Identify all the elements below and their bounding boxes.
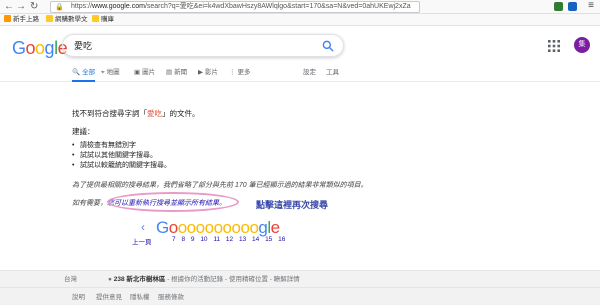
list-item: 請檢查有無錯別字: [72, 141, 171, 151]
video-icon: ▶: [198, 69, 203, 76]
reload-icon[interactable]: ↻: [30, 1, 38, 13]
footer-link-terms[interactable]: 服務條款: [158, 289, 184, 305]
url-host: www.google.com: [92, 3, 145, 10]
prev-page-link[interactable]: 上一頁: [132, 236, 152, 246]
url-field[interactable]: 🔒 https://www.google.com/search?q=愛吃&ei=…: [50, 1, 420, 13]
pagination-logo-letter: o: [195, 218, 205, 237]
tab-images[interactable]: ▣ 圖片: [134, 66, 155, 82]
tab-news[interactable]: ▤ 新聞: [166, 66, 187, 82]
location-dot-icon: ●: [108, 276, 112, 283]
bookmarks-bar: 新手上路 網購數學文 購庫: [0, 14, 600, 26]
footer-location: ● 238 新北市樹林區 - 根據你的活動記錄 - 使用精確位置 - 瞭解詳情: [108, 276, 300, 283]
tab-settings[interactable]: 設定: [303, 66, 316, 82]
extension-icon[interactable]: [568, 2, 577, 11]
menu-icon[interactable]: ≡: [588, 0, 594, 11]
url-rest: /search?q=愛吃&ei=k4wdXbawHszy8AWlqlgo&sta…: [144, 3, 411, 10]
pagination-logo: Goooooooooogle: [156, 218, 280, 238]
bookmark-item[interactable]: 新手上路: [4, 14, 39, 25]
pagination-logo-letter: G: [156, 218, 169, 237]
search-box: [62, 34, 344, 57]
pagination-logo-letter: o: [168, 218, 178, 237]
page-link[interactable]: 12: [226, 236, 233, 243]
location-name: 238 新北市樹林區: [113, 276, 166, 283]
google-logo[interactable]: Google: [12, 38, 68, 59]
lock-icon: 🔒: [55, 4, 64, 11]
annotation-label: 點擊這裡再次搜尋: [256, 200, 329, 210]
footer: 台灣 ● 238 新北市樹林區 - 根據你的活動記錄 - 使用精確位置 - 瞭解…: [0, 270, 600, 305]
footer-country: 台灣: [64, 276, 77, 283]
search-keyword: 愛吃: [147, 109, 162, 118]
search-tabs: 🔍 全部 ⌖ 地圖 ▣ 圖片 ▤ 新聞 ▶ 影片 ⋮ 更多 設定 工具: [0, 62, 600, 82]
tab-videos[interactable]: ▶ 影片: [198, 66, 218, 82]
footer-location-row: 台灣 ● 238 新北市樹林區 - 根據你的活動記錄 - 使用精確位置 - 瞭解…: [0, 271, 600, 288]
omitted-results-notice: 為了提供最相關的搜尋結果，我們省略了部分與先前 170 筆已經顯示過的結果非常類…: [72, 182, 368, 189]
more-icon: ⋮: [229, 69, 236, 76]
page-link[interactable]: 13: [239, 236, 246, 243]
pagination-logo-letter: o: [177, 218, 187, 237]
footer-link-help[interactable]: 說明: [72, 289, 85, 305]
no-results-message: 找不到符合搜尋字詞「愛吃」的文件。: [72, 109, 200, 118]
map-pin-icon: ⌖: [101, 69, 105, 76]
page-numbers: 7 8 9 10 11 12 13 14 15 16: [172, 236, 289, 243]
suggestions-list: 請檢查有無錯別字 試試以其他關鍵字搜尋。 試試以較籠統的關鍵字搜尋。: [72, 141, 171, 171]
tab-all[interactable]: 🔍 全部: [72, 66, 96, 82]
apps-grid-icon[interactable]: [548, 40, 560, 52]
page-link[interactable]: 7: [172, 236, 176, 243]
tab-maps[interactable]: ⌖ 地圖: [101, 66, 120, 82]
list-item: 試試以其他關鍵字搜尋。: [72, 151, 171, 161]
pagination-logo-letter: o: [213, 218, 223, 237]
extension-icon[interactable]: [554, 2, 563, 11]
footer-link-feedback[interactable]: 提供意見: [96, 289, 122, 305]
page-link[interactable]: 11: [213, 236, 220, 243]
folder-icon: [46, 15, 53, 22]
footer-links-row: 說明 提供意見 隱私權 服務條款: [0, 289, 600, 305]
url-prefix: https://: [71, 3, 93, 10]
suggestions-title: 建議：: [72, 127, 95, 136]
tab-tools[interactable]: 工具: [326, 66, 339, 82]
pagination-logo-letter: e: [270, 218, 280, 237]
page-link[interactable]: 9: [191, 236, 195, 243]
footer-link-privacy[interactable]: 隱私權: [130, 289, 150, 305]
page-link[interactable]: 8: [181, 236, 185, 243]
bookmark-icon: [4, 15, 11, 22]
avatar[interactable]: 集: [574, 37, 590, 53]
pagination-logo-letter: o: [204, 218, 214, 237]
news-icon: ▤: [166, 69, 173, 76]
pagination-logo-letter: o: [186, 218, 196, 237]
search-icon: 🔍: [72, 69, 81, 76]
back-icon[interactable]: ←: [4, 1, 14, 13]
page-link[interactable]: 15: [265, 236, 272, 243]
search-icon[interactable]: [321, 39, 335, 53]
page-link[interactable]: 10: [200, 236, 207, 243]
pagination-logo-letter: o: [222, 218, 232, 237]
search-input[interactable]: [74, 40, 314, 50]
bookmark-item[interactable]: 購庫: [92, 14, 114, 25]
page-link[interactable]: 14: [252, 236, 259, 243]
browser-address-bar: ← → ↻ 🔒 https://www.google.com/search?q=…: [0, 0, 600, 14]
highlight-ellipse: [107, 192, 239, 212]
tab-more[interactable]: ⋮ 更多: [229, 66, 251, 82]
bookmark-item[interactable]: 網購數學文: [46, 14, 88, 25]
page-link[interactable]: 16: [278, 236, 285, 243]
list-item: 試試以較籠統的關鍵字搜尋。: [72, 161, 171, 171]
image-icon: ▣: [134, 69, 141, 76]
folder-icon: [92, 15, 99, 22]
prev-arrow-icon[interactable]: ‹: [141, 220, 145, 234]
forward-icon[interactable]: →: [16, 1, 26, 13]
